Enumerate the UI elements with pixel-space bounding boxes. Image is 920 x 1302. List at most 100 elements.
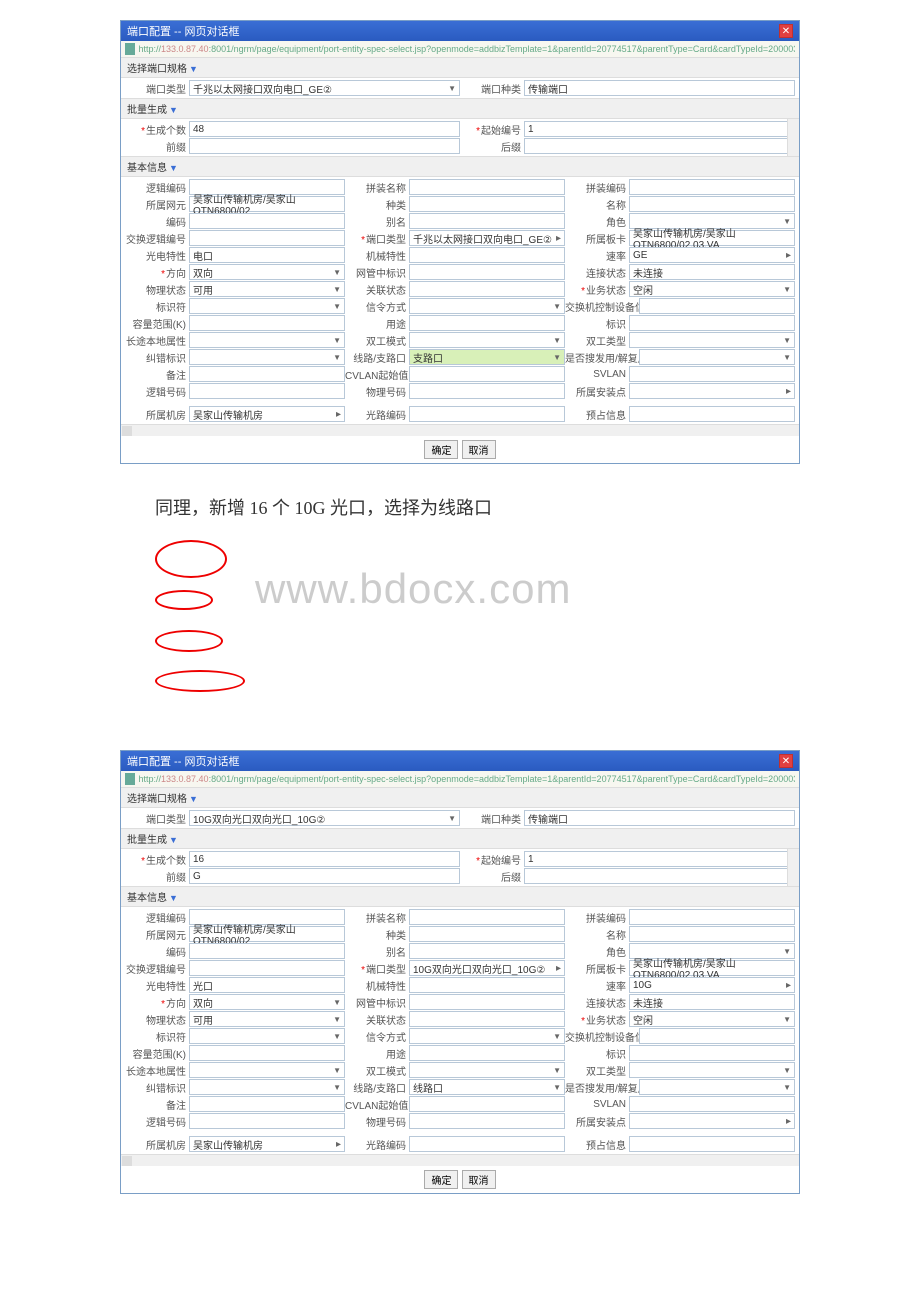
code-input[interactable]: [189, 943, 345, 959]
logic-no-input[interactable]: [189, 383, 345, 399]
scrollbar-horizontal[interactable]: [121, 424, 799, 436]
kind-input[interactable]: [409, 926, 565, 942]
ident-input[interactable]: [629, 315, 795, 331]
prefix-input[interactable]: [189, 138, 460, 154]
port-kind-input[interactable]: 传输端口: [524, 810, 795, 826]
ne-input[interactable]: 吴家山传输机房/吴家山OTN6800/02: [189, 196, 345, 212]
biz-status-select[interactable]: 空闲: [629, 1011, 795, 1027]
code-input[interactable]: [189, 213, 345, 229]
room-input[interactable]: 吴家山传输机房: [189, 1136, 345, 1152]
section-port-spec[interactable]: 选择端口规格▼: [121, 787, 799, 808]
longdist-select[interactable]: [189, 332, 345, 348]
fault-flag-select[interactable]: [189, 1079, 345, 1095]
optical-code-input[interactable]: [409, 406, 565, 422]
pinzhuang-name-input[interactable]: [409, 179, 565, 195]
remark-input[interactable]: [189, 366, 345, 382]
phy-no-input[interactable]: [409, 383, 565, 399]
svlan-input[interactable]: [629, 366, 795, 382]
start-no-input[interactable]: 1: [524, 851, 795, 867]
suffix-input[interactable]: [524, 868, 795, 884]
switch-info-input[interactable]: [639, 298, 795, 314]
sig-mode-select[interactable]: [409, 298, 565, 314]
pinzhuang-name-input[interactable]: [409, 909, 565, 925]
reuse-select[interactable]: [639, 1079, 795, 1095]
svlan-input[interactable]: [629, 1096, 795, 1112]
swap-logic-input[interactable]: [189, 960, 345, 976]
alias-input[interactable]: [409, 213, 565, 229]
port-type-select[interactable]: 千兆以太网接口双向电口_GE②: [189, 80, 460, 96]
install-pt-input[interactable]: [629, 1113, 795, 1129]
duplex-select[interactable]: [409, 1062, 565, 1078]
conn-status-input[interactable]: 未连接: [629, 994, 795, 1010]
card-input[interactable]: 吴家山传输机房/吴家山OTN6800/02.03.VA: [629, 230, 795, 246]
section-batch[interactable]: 批量生成▼: [121, 98, 799, 119]
identifier-select[interactable]: [189, 1028, 345, 1044]
nm-flag-input[interactable]: [409, 264, 565, 280]
sig-mode-select[interactable]: [409, 1028, 565, 1044]
duplex-type-select[interactable]: [629, 332, 795, 348]
close-icon[interactable]: ✕: [779, 754, 793, 768]
gen-count-input[interactable]: 48: [189, 121, 460, 137]
rel-status-input[interactable]: [409, 1011, 565, 1027]
room-input[interactable]: 吴家山传输机房: [189, 406, 345, 422]
section-basic[interactable]: 基本信息▼: [121, 886, 799, 907]
port-type2-select[interactable]: 千兆以太网接口双向电口_GE②: [409, 230, 565, 246]
line-branch-select[interactable]: 支路口: [409, 349, 565, 365]
scrollbar-vertical[interactable]: [787, 849, 799, 886]
cap-range-input[interactable]: [189, 1045, 345, 1061]
ident-input[interactable]: [629, 1045, 795, 1061]
phy-status-select[interactable]: 可用: [189, 281, 345, 297]
scrollbar-vertical[interactable]: [787, 119, 799, 156]
start-no-input[interactable]: 1: [524, 121, 795, 137]
ok-button[interactable]: 确定: [424, 1170, 458, 1189]
rel-status-input[interactable]: [409, 281, 565, 297]
cvlan-input[interactable]: [409, 1096, 565, 1112]
reuse-select[interactable]: [639, 349, 795, 365]
close-icon[interactable]: ✕: [779, 24, 793, 38]
pinzhuang-code-input[interactable]: [629, 179, 795, 195]
biz-status-select[interactable]: 空闲: [629, 281, 795, 297]
kind-input[interactable]: [409, 196, 565, 212]
rate-input[interactable]: 10G: [629, 977, 795, 993]
port-type-select[interactable]: 10G双向光口双向光口_10G②: [189, 810, 460, 826]
mech-input[interactable]: [409, 977, 565, 993]
logic-no-input[interactable]: [189, 1113, 345, 1129]
reserve-info-input[interactable]: [629, 1136, 795, 1152]
identifier-select[interactable]: [189, 298, 345, 314]
switch-info-input[interactable]: [639, 1028, 795, 1044]
dir-select[interactable]: 双向: [189, 994, 345, 1010]
name-input[interactable]: [629, 926, 795, 942]
install-pt-input[interactable]: [629, 383, 795, 399]
section-port-spec[interactable]: 选择端口规格▼: [121, 57, 799, 78]
oe-input[interactable]: 电口: [189, 247, 345, 263]
mech-input[interactable]: [409, 247, 565, 263]
nm-flag-input[interactable]: [409, 994, 565, 1010]
gen-count-input[interactable]: 16: [189, 851, 460, 867]
conn-status-input[interactable]: 未连接: [629, 264, 795, 280]
prefix-input[interactable]: G: [189, 868, 460, 884]
ok-button[interactable]: 确定: [424, 440, 458, 459]
name-input[interactable]: [629, 196, 795, 212]
line-branch-select[interactable]: 线路口: [409, 1079, 565, 1095]
port-type2-select[interactable]: 10G双向光口双向光口_10G②: [409, 960, 565, 976]
suffix-input[interactable]: [524, 138, 795, 154]
dir-select[interactable]: 双向: [189, 264, 345, 280]
remark-input[interactable]: [189, 1096, 345, 1112]
cancel-button[interactable]: 取消: [462, 440, 496, 459]
longdist-select[interactable]: [189, 1062, 345, 1078]
scrollbar-horizontal[interactable]: [121, 1154, 799, 1166]
cancel-button[interactable]: 取消: [462, 1170, 496, 1189]
optical-code-input[interactable]: [409, 1136, 565, 1152]
reserve-info-input[interactable]: [629, 406, 795, 422]
phy-status-select[interactable]: 可用: [189, 1011, 345, 1027]
fault-flag-select[interactable]: [189, 349, 345, 365]
port-kind-input[interactable]: 传输端口: [524, 80, 795, 96]
rate-input[interactable]: GE: [629, 247, 795, 263]
oe-input[interactable]: 光口: [189, 977, 345, 993]
usage-input[interactable]: [409, 1045, 565, 1061]
section-batch[interactable]: 批量生成▼: [121, 828, 799, 849]
section-basic[interactable]: 基本信息▼: [121, 156, 799, 177]
swap-logic-input[interactable]: [189, 230, 345, 246]
card-input[interactable]: 吴家山传输机房/吴家山OTN6800/02.03.VA: [629, 960, 795, 976]
ne-input[interactable]: 吴家山传输机房/吴家山OTN6800/02: [189, 926, 345, 942]
